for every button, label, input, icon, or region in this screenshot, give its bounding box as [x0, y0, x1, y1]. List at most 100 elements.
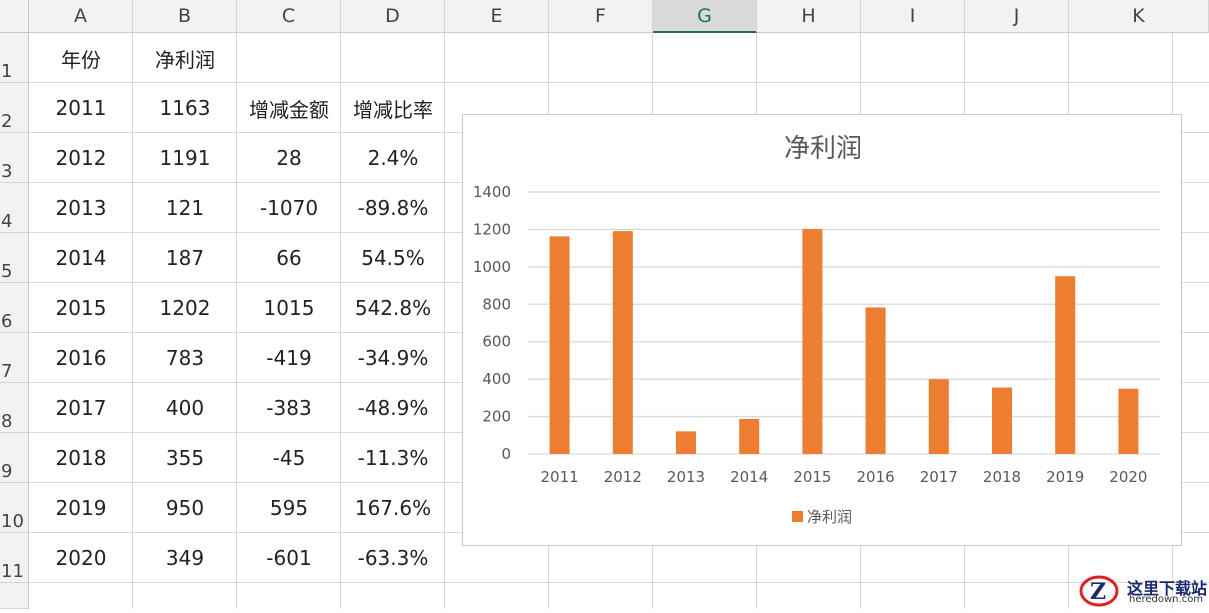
- cell-a6[interactable]: 2015: [29, 283, 133, 333]
- cell-a8[interactable]: 2017: [29, 383, 133, 433]
- cell-c2[interactable]: 增减金额: [237, 83, 341, 133]
- x-tick-label: 2014: [730, 468, 768, 486]
- cell-b5[interactable]: 187: [133, 233, 237, 283]
- chart-title: 净利润: [784, 134, 862, 164]
- cell-c8[interactable]: -383: [237, 383, 341, 433]
- cell-b10[interactable]: 950: [133, 483, 237, 533]
- cell-a1[interactable]: 年份: [29, 33, 133, 83]
- column-header-d[interactable]: D: [341, 0, 445, 33]
- cell-c3[interactable]: 28: [237, 133, 341, 183]
- cell-c10[interactable]: 595: [237, 483, 341, 533]
- cell-a3[interactable]: 2012: [29, 133, 133, 183]
- cell-a4[interactable]: 2013: [29, 183, 133, 233]
- x-tick-label: 2020: [1109, 468, 1147, 486]
- row-header-3[interactable]: 3: [0, 133, 29, 183]
- bar-chart[interactable]: 净利润 0 200 400 600 800 1000 1200 1400 2011 2012 2013…: [462, 114, 1182, 546]
- cell-d11[interactable]: -63.3%: [341, 533, 445, 583]
- cell-b2[interactable]: 1163: [133, 83, 237, 133]
- cell-d6[interactable]: 542.8%: [341, 283, 445, 333]
- y-tick-label: 1000: [473, 258, 511, 276]
- watermark-url: heredown.com: [1129, 594, 1204, 605]
- y-tick-label: 1400: [473, 183, 511, 201]
- column-header-k[interactable]: K: [1069, 0, 1209, 33]
- x-tick-label: 2016: [857, 468, 895, 486]
- cell-d5[interactable]: 54.5%: [341, 233, 445, 283]
- y-tick-label: 800: [482, 295, 511, 313]
- cell-c9[interactable]: -45: [237, 433, 341, 483]
- row-header-8[interactable]: 8: [0, 383, 29, 433]
- column-header-c[interactable]: C: [237, 0, 341, 33]
- y-tick-label: 600: [482, 333, 511, 351]
- row-header-11[interactable]: 11: [0, 533, 29, 583]
- cell-d8[interactable]: -48.9%: [341, 383, 445, 433]
- cell-a11[interactable]: 2020: [29, 533, 133, 583]
- bar-2014[interactable]: [739, 419, 760, 454]
- row-header-1[interactable]: 1: [0, 33, 29, 83]
- cell-a2[interactable]: 2011: [29, 83, 133, 133]
- row-header-6[interactable]: 6: [0, 283, 29, 333]
- cell-b3[interactable]: 1191: [133, 133, 237, 183]
- bar-2019[interactable]: [1055, 276, 1076, 454]
- cell-d3[interactable]: 2.4%: [341, 133, 445, 183]
- bar-2011[interactable]: [549, 236, 570, 454]
- cell-c7[interactable]: -419: [237, 333, 341, 383]
- x-tick-label: 2015: [793, 468, 831, 486]
- bar-2016[interactable]: [865, 307, 886, 454]
- x-tick-label: 2018: [983, 468, 1021, 486]
- cell-c11[interactable]: -601: [237, 533, 341, 583]
- bar-2012[interactable]: [612, 231, 633, 454]
- cell-d10[interactable]: 167.6%: [341, 483, 445, 533]
- column-header-f[interactable]: F: [549, 0, 653, 33]
- column-header-i[interactable]: I: [861, 0, 965, 33]
- bar-2018[interactable]: [992, 387, 1012, 454]
- cell-d9[interactable]: -11.3%: [341, 433, 445, 483]
- legend-swatch: [792, 511, 803, 522]
- column-header-g[interactable]: G: [653, 0, 757, 33]
- select-all-corner[interactable]: [0, 0, 29, 33]
- cell-b9[interactable]: 355: [133, 433, 237, 483]
- svg-text:Z: Z: [1090, 579, 1106, 605]
- legend-label: 净利润: [807, 508, 852, 526]
- cell-a7[interactable]: 2016: [29, 333, 133, 383]
- cell-b8[interactable]: 400: [133, 383, 237, 433]
- x-tick-label: 2011: [541, 468, 579, 486]
- cell-a9[interactable]: 2018: [29, 433, 133, 483]
- bar-2015[interactable]: [802, 229, 823, 454]
- y-tick-label: 400: [482, 370, 511, 388]
- x-tick-label: 2017: [920, 468, 958, 486]
- cell-d2[interactable]: 增减比率: [341, 83, 445, 133]
- y-tick-label: 1200: [473, 220, 511, 238]
- column-header-j[interactable]: J: [965, 0, 1069, 33]
- bar-2017[interactable]: [928, 379, 949, 454]
- x-tick-label: 2012: [604, 468, 642, 486]
- cell-b7[interactable]: 783: [133, 333, 237, 383]
- cell-b4[interactable]: 121: [133, 183, 237, 233]
- row-header-7[interactable]: 7: [0, 333, 29, 383]
- row-header-4[interactable]: 4: [0, 183, 29, 233]
- cell-c6[interactable]: 1015: [237, 283, 341, 333]
- cell-c4[interactable]: -1070: [237, 183, 341, 233]
- cell-b11[interactable]: 349: [133, 533, 237, 583]
- row-header-partial[interactable]: [0, 583, 29, 609]
- row-header-5[interactable]: 5: [0, 233, 29, 283]
- column-header-a[interactable]: A: [29, 0, 133, 33]
- column-header-b[interactable]: B: [133, 0, 237, 33]
- chart-canvas: 净利润 0 200 400 600 800 1000 1200 1400 2011 2012 2013…: [473, 134, 1160, 526]
- cell-b6[interactable]: 1202: [133, 283, 237, 333]
- bar-2013[interactable]: [676, 431, 696, 454]
- cell-d7[interactable]: -34.9%: [341, 333, 445, 383]
- row-header-2[interactable]: 2: [0, 83, 29, 133]
- cell-b1[interactable]: 净利润: [133, 33, 237, 83]
- y-tick-label: 200: [482, 408, 511, 426]
- row-header-10[interactable]: 10: [0, 483, 29, 533]
- column-header-h[interactable]: H: [757, 0, 861, 33]
- cell-a10[interactable]: 2019: [29, 483, 133, 533]
- row-header-9[interactable]: 9: [0, 433, 29, 483]
- cell-d4[interactable]: -89.8%: [341, 183, 445, 233]
- column-header-e[interactable]: E: [445, 0, 549, 33]
- y-tick-label: 0: [501, 445, 511, 463]
- cell-c5[interactable]: 66: [237, 233, 341, 283]
- x-tick-label: 2019: [1046, 468, 1084, 486]
- cell-a5[interactable]: 2014: [29, 233, 133, 283]
- bar-2020[interactable]: [1118, 388, 1139, 454]
